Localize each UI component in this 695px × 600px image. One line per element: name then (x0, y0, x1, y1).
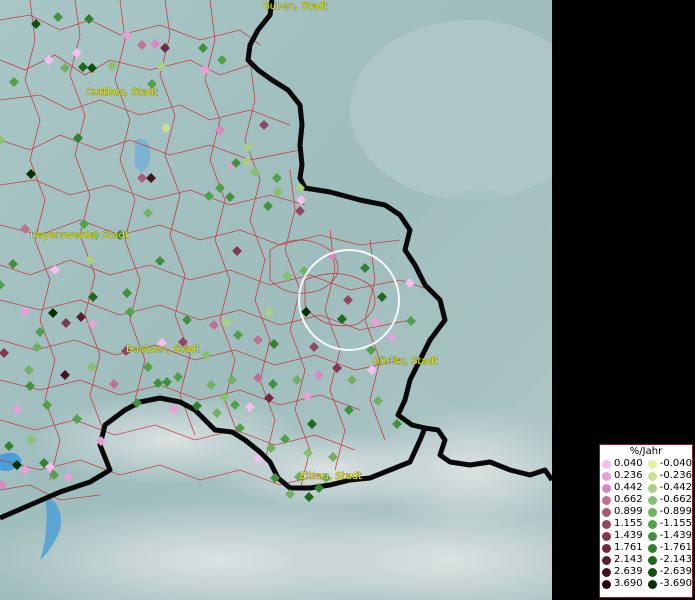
legend-swatch-positive (602, 579, 611, 589)
legend-value-positive: 0.899 (614, 506, 643, 517)
legend-swatch-negative (647, 483, 657, 493)
map-area[interactable]: Guben, Stadt Cottbus, Stadt Hoyerswerda,… (0, 0, 552, 600)
legend-swatch-negative (647, 543, 657, 553)
city-label-cottbus: Cottbus, Stadt (86, 87, 158, 98)
legend-swatch-positive (602, 519, 611, 529)
legend-value-positive: 2.639 (614, 566, 643, 577)
city-label-hoyerswerda: Hoyerswerda, Stadt (30, 230, 129, 241)
legend-value-positive: 1.761 (614, 542, 643, 553)
legend-value-positive: 0.442 (614, 482, 643, 493)
legend-row: 0.040 -0.040 (600, 458, 692, 470)
map-canvas[interactable]: Guben, Stadt Cottbus, Stadt Hoyerswerda,… (0, 0, 552, 600)
legend-swatch-positive (602, 555, 611, 565)
legend-swatch-negative (647, 495, 657, 505)
city-label-guben: Guben, Stadt (262, 1, 328, 12)
legend-rows: 0.040 -0.040 0.236 -0.236 0.442 -0.442 0.66… (600, 458, 692, 590)
legend-value-negative: -1.439 (659, 530, 692, 541)
legend-row: 0.899 -0.899 (600, 506, 692, 518)
legend-value-positive: 0.040 (614, 458, 643, 469)
legend-value-negative: -0.662 (659, 494, 692, 505)
legend-swatch-negative (647, 579, 657, 589)
legend-row: 0.236 -0.236 (600, 470, 692, 482)
legend-swatch-positive (602, 495, 611, 505)
legend-swatch-positive (602, 483, 611, 493)
legend-value-negative: -0.442 (659, 482, 692, 493)
legend-value-negative: -2.143 (659, 554, 692, 565)
legend-swatch-negative (647, 555, 657, 565)
legend-swatch-positive (602, 543, 611, 553)
legend-value-negative: -3.690 (659, 578, 692, 589)
legend-value-negative: -0.899 (659, 506, 692, 517)
legend-value-positive: 3.690 (614, 578, 643, 589)
legend-swatch-positive (602, 531, 611, 541)
city-label-zittau: Zittau, Stadt (299, 471, 362, 482)
legend-value-negative: -2.639 (659, 566, 692, 577)
legend-swatch-positive (602, 471, 611, 481)
legend-row: 2.639 -2.639 (600, 566, 692, 578)
legend-row: 3.690 -3.690 (600, 578, 692, 590)
city-label-goerlitz: Görlitz, Stadt (372, 356, 438, 367)
legend-swatch-negative (647, 471, 657, 481)
legend-swatch-negative (647, 567, 657, 577)
legend-value-negative: -1.155 (659, 518, 692, 529)
legend-row: 1.155 -1.155 (600, 518, 692, 530)
city-label-bautzen: Bautzen, Stadt (126, 344, 200, 355)
legend-value-positive: 1.439 (614, 530, 643, 541)
legend-swatch-positive (602, 507, 611, 517)
legend-swatch-negative (647, 459, 657, 469)
legend-value-negative: -0.040 (659, 458, 692, 469)
legend-swatch-negative (647, 519, 657, 529)
legend-value-negative: -1.761 (659, 542, 692, 553)
legend-swatch-negative (647, 507, 657, 517)
legend-value-positive: 0.236 (614, 470, 643, 481)
legend-title: %/Jahr (629, 446, 663, 457)
legend-value-positive: 1.155 (614, 518, 643, 529)
legend-swatch-positive (602, 567, 611, 577)
legend-value-positive: 0.662 (614, 494, 643, 505)
legend-value-positive: 2.143 (614, 554, 643, 565)
legend-value-negative: -0.236 (659, 470, 692, 481)
legend-panel: %/Jahr 0.040 -0.040 0.236 -0.236 0.442 -0.4… (599, 444, 693, 598)
legend-row: 1.439 -1.439 (600, 530, 692, 542)
legend-row: 0.442 -0.442 (600, 482, 692, 494)
legend-row: 2.143 -2.143 (600, 554, 692, 566)
legend-row: 1.761 -1.761 (600, 542, 692, 554)
legend-swatch-negative (647, 531, 657, 541)
legend-swatch-positive (602, 459, 611, 469)
legend-row: 0.662 -0.662 (600, 494, 692, 506)
